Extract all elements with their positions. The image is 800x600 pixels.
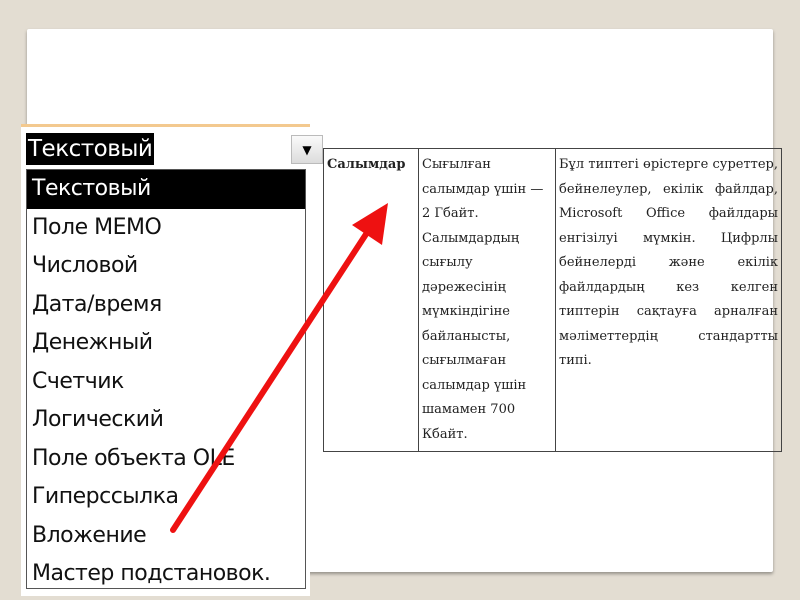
list-item[interactable]: Мастер подстановок.: [27, 555, 305, 594]
chevron-down-icon: ▼: [302, 142, 312, 157]
data-type-dropdown: Текстовый ▼ Текстовый Поле MEMO Числовой…: [21, 124, 323, 596]
term-cell: Салымдар: [323, 148, 419, 452]
list-item[interactable]: Текстовый: [27, 170, 305, 209]
table-row: Салымдар Сығылған салымдар үшін — 2 Гбай…: [323, 148, 782, 452]
list-item[interactable]: Гиперссылка: [27, 478, 305, 517]
list-item[interactable]: Счетчик: [27, 363, 305, 402]
list-item[interactable]: Дата/время: [27, 286, 305, 325]
list-item[interactable]: Числовой: [27, 247, 305, 286]
size-cell: Сығылған салымдар үшін — 2 Гбайт. Салымд…: [418, 148, 556, 452]
description-cell: Бұл типтегі өрістерге суреттер, бейнелеу…: [555, 148, 782, 452]
list-item[interactable]: Логический: [27, 401, 305, 440]
dropdown-button[interactable]: ▼: [291, 135, 323, 164]
list-item[interactable]: Поле объекта OLE: [27, 440, 305, 479]
list-item[interactable]: Денежный: [27, 324, 305, 363]
attachment-type-table: Салымдар Сығылған салымдар үшін — 2 Гбай…: [323, 148, 782, 452]
list-item[interactable]: Вложение: [27, 517, 305, 556]
data-type-combobox[interactable]: Текстовый ▼: [21, 124, 323, 166]
list-item[interactable]: Поле MEMO: [27, 209, 305, 248]
combobox-value: Текстовый: [26, 133, 155, 165]
dropdown-list: Текстовый Поле MEMO Числовой Дата/время …: [26, 169, 306, 589]
